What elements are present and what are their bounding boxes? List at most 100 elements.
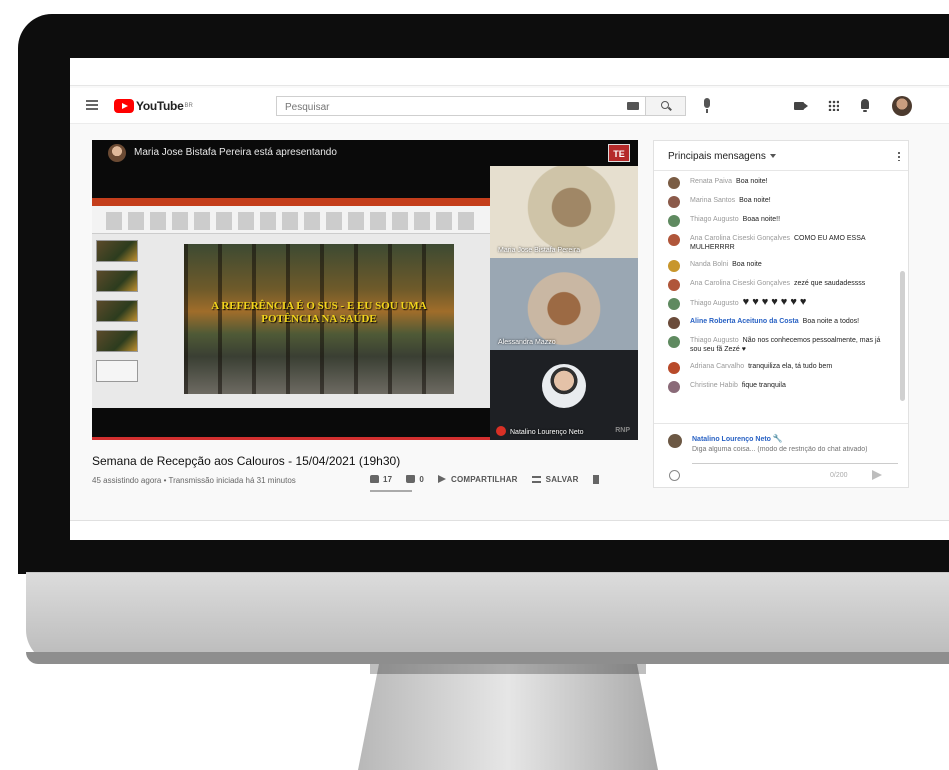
chat-author[interactable]: Renata Paiva xyxy=(690,178,732,185)
chat-author[interactable]: Ana Carolina Ciseski Gonçalves xyxy=(690,280,790,287)
slide-thumbnails xyxy=(96,240,144,404)
chat-avatar xyxy=(668,196,680,208)
monitor-chin-edge xyxy=(26,652,949,664)
chat-text: tranquiliza ela, tá tudo bem xyxy=(748,363,833,370)
emoji-icon[interactable] xyxy=(669,470,680,481)
create-video-icon[interactable] xyxy=(794,102,808,110)
dislike-button[interactable]: 0 xyxy=(406,475,424,484)
chat-message: Ana Carolina Ciseski Gonçalves COMO EU AM… xyxy=(654,232,898,254)
chat-author[interactable]: Aline Roberta Aceituno da Costa xyxy=(690,318,799,325)
chat-message: Thiago Augusto Não nos conhecemos pessoal… xyxy=(654,334,898,356)
chat-author[interactable]: Thiago Augusto xyxy=(690,300,739,307)
chat-author[interactable]: Thiago Augusto xyxy=(690,337,739,344)
slide-title: A REFERÊNCIA É O SUS - E EU SOU UMA POTÊ… xyxy=(211,300,427,325)
search-button[interactable] xyxy=(646,96,686,116)
slide-thumbnail xyxy=(96,300,138,322)
mic-icon[interactable] xyxy=(704,98,710,113)
rnp-logo: RNP xyxy=(615,427,630,434)
moderator-wrench-icon: 🔧 xyxy=(772,434,783,443)
powerpoint-ribbon xyxy=(92,198,490,234)
like-count: 17 xyxy=(383,474,393,484)
page-bottom xyxy=(70,520,949,540)
char-counter: 0/200 xyxy=(830,472,848,479)
chat-avatar xyxy=(668,177,680,189)
like-ratio-bar xyxy=(370,490,412,492)
participant-tile: Alessandra Mazzo xyxy=(490,258,638,350)
youtube-logo[interactable]: YouTube BR xyxy=(114,97,193,115)
more-options-icon[interactable] xyxy=(898,151,900,161)
input-username-text: Natalino Lourenço Neto xyxy=(692,436,771,443)
slide-thumbnail xyxy=(96,330,138,352)
share-button[interactable]: COMPARTILHAR xyxy=(437,474,518,484)
chat-text: Boaa noite!! xyxy=(742,216,781,223)
chat-avatar xyxy=(668,279,680,291)
logo-text: YouTube xyxy=(136,99,184,113)
chat-text: Boa noite xyxy=(732,261,762,268)
chat-message-input[interactable] xyxy=(692,446,898,464)
youtube-header: YouTube BR xyxy=(70,88,949,124)
save-button[interactable]: SALVAR xyxy=(531,475,579,484)
chat-text: zezé que saudadessss xyxy=(794,280,866,287)
chat-messages: Renata Paiva Boa noite! Marina Santos Boa n… xyxy=(654,171,898,421)
keyboard-icon[interactable] xyxy=(627,102,639,110)
input-username: Natalino Lourenço Neto 🔧 xyxy=(692,434,783,443)
chat-scrollbar[interactable] xyxy=(900,271,905,401)
channel-badge: TE xyxy=(608,144,630,162)
chat-message: Ana Carolina Ciseski Gonçalves zezé que s… xyxy=(654,277,898,292)
chat-message: Marina Santos Boa noite! xyxy=(654,194,898,209)
chat-avatar xyxy=(668,234,680,246)
chat-message: Christine Habib fique tranquila xyxy=(654,379,898,394)
user-avatar xyxy=(668,434,682,448)
apps-grid-icon[interactable] xyxy=(828,100,839,111)
chat-avatar xyxy=(668,298,680,310)
chat-mode-dropdown[interactable]: Principais mensagens xyxy=(668,151,776,162)
shared-presentation: A REFERÊNCIA É O SUS - E EU SOU UMA POTÊ… xyxy=(92,198,490,408)
logo-country: BR xyxy=(184,103,193,109)
participant-tile: Natalino Lourenço Neto RNP xyxy=(490,350,638,440)
chat-author[interactable]: Adriana Carvalho xyxy=(690,363,744,370)
chat-input-area: Natalino Lourenço Neto 🔧 0/200 xyxy=(654,423,908,487)
video-actions: 17 0 COMPARTILHAR SALVAR xyxy=(370,472,613,486)
notifications-bell-icon[interactable] xyxy=(861,99,869,112)
account-avatar[interactable] xyxy=(892,96,912,116)
screen: YouTube BR Maria Jose Bistafa Pereira es… xyxy=(70,58,949,540)
chat-message: Renata Paiva Boa noite! xyxy=(654,175,898,190)
chat-title: Principais mensagens xyxy=(668,151,766,162)
video-meta: 45 assistindo agora • Transmissão inicia… xyxy=(92,476,296,485)
chat-author[interactable]: Christine Habib xyxy=(690,382,738,389)
stand-shadow xyxy=(370,664,646,674)
participant-name: Maria Jose Bistafa Pereira xyxy=(498,247,581,254)
slide-thumbnail xyxy=(96,270,138,292)
chat-author[interactable]: Ana Carolina Ciseski Gonçalves xyxy=(690,235,790,242)
chat-message: Adriana Carvalho tranquiliza ela, tá tudo… xyxy=(654,360,898,375)
chat-text: Boa noite! xyxy=(739,197,771,204)
video-player[interactable]: Maria Jose Bistafa Pereira está apresent… xyxy=(92,140,638,440)
report-button[interactable] xyxy=(592,474,599,484)
monitor-stand xyxy=(358,664,658,770)
chat-avatar xyxy=(668,362,680,374)
like-button[interactable]: 17 xyxy=(370,475,392,484)
current-slide: A REFERÊNCIA É O SUS - E EU SOU UMA POTÊ… xyxy=(184,244,454,394)
participant-avatar xyxy=(542,364,586,408)
chat-message: Aline Roberta Aceituno da Costa Boa noite… xyxy=(654,315,898,330)
search-input[interactable] xyxy=(277,98,607,117)
participant-tile: Maria Jose Bistafa Pereira xyxy=(490,166,638,258)
chat-message: Thiago Augusto ♥♥♥♥♥♥♥ xyxy=(654,296,898,311)
dislike-count: 0 xyxy=(419,474,424,484)
chat-author[interactable]: Nanda Bolni xyxy=(690,261,728,268)
participant-name: Alessandra Mazzo xyxy=(498,339,556,346)
chat-author[interactable]: Thiago Augusto xyxy=(690,216,739,223)
menu-icon[interactable] xyxy=(86,100,98,110)
slide-thumbnail xyxy=(96,240,138,262)
video-title: Semana de Recepção aos Calouros - 15/04/… xyxy=(92,454,401,468)
share-label: COMPARTILHAR xyxy=(450,474,518,484)
send-icon[interactable] xyxy=(872,470,882,480)
chat-avatar xyxy=(668,260,680,272)
chat-author[interactable]: Marina Santos xyxy=(690,197,735,204)
mic-muted-icon xyxy=(496,426,506,436)
monitor-chin xyxy=(26,572,949,664)
presenter-bar: Maria Jose Bistafa Pereira está apresent… xyxy=(92,140,638,166)
ribbon-tools xyxy=(106,212,476,230)
chat-message: Nanda Bolni Boa noite xyxy=(654,258,898,273)
chat-avatar xyxy=(668,317,680,329)
